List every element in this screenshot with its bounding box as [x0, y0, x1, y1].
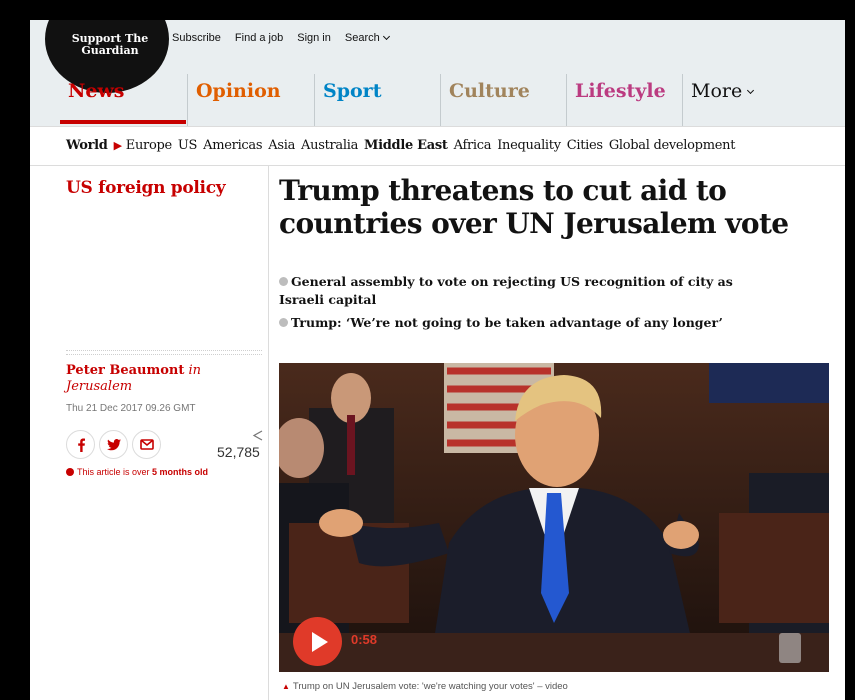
sub-nav: World ▶ Europe US Americas Asia Australia Middl… [30, 126, 845, 166]
share-count: 52,785 [217, 444, 260, 460]
pillar-lifestyle-label: Lifestyle [575, 80, 666, 102]
pillar-news-underline [60, 120, 186, 124]
pillar-lifestyle[interactable]: Lifestyle [566, 74, 692, 126]
byline: Peter Beaumont in Jerusalem [66, 363, 266, 395]
standfirst-item[interactable]: General assembly to vote on rejecting US… [279, 273, 759, 309]
subnav-world[interactable]: World [66, 138, 108, 153]
play-icon [312, 632, 328, 652]
age-notice-prefix: This article is over [77, 467, 153, 477]
support-label-line2: Guardian [81, 44, 139, 57]
search-button[interactable]: Search [344, 32, 390, 44]
chevron-down-icon [382, 32, 390, 41]
subnav-us[interactable]: US [178, 138, 198, 153]
alert-icon [66, 468, 74, 476]
search-label: Search [344, 32, 380, 44]
subnav-middle-east[interactable]: Middle East [364, 138, 448, 153]
pillar-nav: News Opinion Sport Culture Lifestyle Mor… [30, 74, 845, 126]
pillar-news[interactable]: News [60, 74, 186, 126]
pillar-opinion-label: Opinion [196, 80, 281, 102]
standfirst-item[interactable]: Trump: ‘We’re not going to be taken adva… [279, 314, 759, 332]
pillar-opinion[interactable]: Opinion [187, 74, 313, 126]
pillar-more[interactable]: More [682, 74, 792, 126]
standfirst-text: Trump: ‘We’re not going to be taken adva… [291, 315, 723, 330]
triangle-up-icon: ▲ [282, 682, 290, 691]
twitter-share-button[interactable] [99, 430, 128, 459]
triangle-right-icon: ▶ [113, 139, 122, 152]
play-button[interactable] [293, 617, 342, 666]
subnav-europe[interactable]: Europe [126, 138, 172, 153]
email-icon [139, 439, 154, 450]
video-caption-text: Trump on UN Jerusalem vote: 'we're watch… [292, 681, 568, 692]
subnav-americas[interactable]: Americas [203, 138, 262, 153]
site-header: Support The Guardian Subscribe Find a jo… [30, 20, 845, 126]
age-notice-bold: 5 months old [152, 467, 209, 477]
bullet-icon [279, 277, 288, 286]
email-share-button[interactable] [132, 430, 161, 459]
facebook-share-button[interactable] [66, 430, 95, 459]
twitter-icon [106, 438, 121, 450]
column-divider [268, 166, 269, 700]
bullet-icon [279, 318, 288, 327]
standfirst-text: General assembly to vote on rejecting US… [279, 274, 733, 307]
article-age-notice: This article is over 5 months old [66, 467, 208, 477]
subnav-inequality[interactable]: Inequality [497, 138, 561, 153]
byline-divider [66, 354, 262, 355]
sign-in-link[interactable]: Sign in [297, 32, 331, 44]
pillar-culture-label: Culture [449, 80, 530, 102]
author-location: Jerusalem [66, 379, 133, 394]
byline-divider [66, 350, 262, 351]
video-duration: 0:58 [351, 632, 378, 647]
chevron-down-icon [747, 86, 755, 95]
subnav-africa[interactable]: Africa [454, 138, 492, 153]
pillar-sport[interactable]: Sport [314, 74, 440, 126]
video-player[interactable] [279, 363, 829, 672]
video-caption: ▲ Trump on UN Jerusalem vote: 'we're watc… [282, 681, 568, 692]
subnav-cities[interactable]: Cities [567, 138, 603, 153]
pillar-more-label: More [691, 80, 743, 102]
subnav-australia[interactable]: Australia [301, 138, 358, 153]
subscribe-link[interactable]: Subscribe [172, 32, 221, 44]
page: Support The Guardian Subscribe Find a jo… [30, 20, 845, 700]
article-headline: Trump threatens to cut aid to countries … [279, 174, 789, 240]
top-links: Subscribe Find a job Sign in Search [172, 32, 403, 44]
find-a-job-link[interactable]: Find a job [235, 32, 283, 44]
pillar-sport-label: Sport [323, 80, 382, 102]
facebook-icon [77, 438, 85, 452]
share-buttons [66, 430, 161, 459]
section-kicker[interactable]: US foreign policy [66, 178, 226, 198]
pillar-culture[interactable]: Culture [440, 74, 566, 126]
author-name[interactable]: Peter Beaumont [66, 363, 184, 378]
author-in: in [188, 363, 202, 378]
subnav-asia[interactable]: Asia [268, 138, 295, 153]
video-thumbnail [279, 363, 829, 672]
share-icon [252, 430, 263, 441]
standfirst: General assembly to vote on rejecting US… [279, 273, 759, 337]
pillar-news-label: News [68, 80, 125, 102]
publish-date: Thu 21 Dec 2017 09.26 GMT [66, 403, 196, 414]
subnav-global-development[interactable]: Global development [609, 138, 736, 153]
